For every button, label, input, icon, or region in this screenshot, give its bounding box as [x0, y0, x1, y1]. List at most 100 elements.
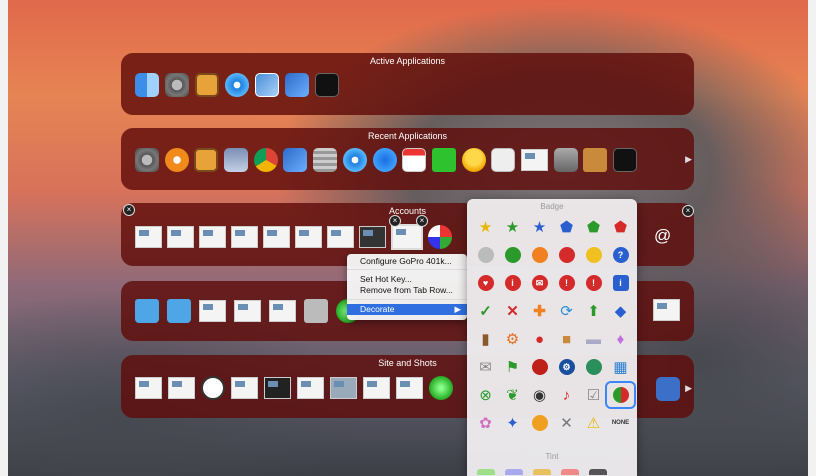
- pie-badge-icon-selected[interactable]: [605, 381, 636, 409]
- warning-icon[interactable]: ⚠: [580, 411, 607, 435]
- terminal-icon[interactable]: [315, 73, 339, 97]
- row-scroll-arrow[interactable]: ▶: [685, 154, 692, 165]
- exclamation-icon[interactable]: !: [580, 271, 607, 295]
- close-item-button[interactable]: ×: [416, 215, 428, 227]
- info-icon[interactable]: i: [607, 271, 634, 295]
- gem-icon[interactable]: ♦: [607, 327, 634, 351]
- window-thumbnail[interactable]: [295, 226, 322, 248]
- checkmark-icon[interactable]: ✓: [472, 299, 499, 323]
- tint-blue-swatch[interactable]: [505, 469, 523, 475]
- window-thumbnail[interactable]: [264, 377, 291, 399]
- archive-utility-icon[interactable]: [553, 148, 578, 172]
- window-thumbnail[interactable]: [520, 149, 548, 171]
- gold-star-icon[interactable]: ★: [472, 215, 499, 239]
- window-thumbnail[interactable]: [327, 226, 354, 248]
- up-arrow-icon[interactable]: ⬆: [580, 299, 607, 323]
- podcast-icon[interactable]: [164, 148, 189, 172]
- close-item-button[interactable]: ×: [389, 215, 401, 227]
- printer-icon[interactable]: [304, 299, 328, 323]
- xbox-icon[interactable]: ⊗: [472, 383, 499, 407]
- pie-chart-thumbnail[interactable]: [428, 225, 452, 249]
- calendar-icon[interactable]: [402, 148, 427, 172]
- window-thumbnail[interactable]: [167, 226, 194, 248]
- window-thumbnail[interactable]: [653, 299, 680, 321]
- document-icon[interactable]: [491, 148, 516, 172]
- duck-icon[interactable]: [461, 148, 486, 172]
- tag-icon[interactable]: ◆: [607, 299, 634, 323]
- green-shield-icon[interactable]: ⬟: [580, 215, 607, 239]
- tools-icon[interactable]: ✕: [553, 411, 580, 435]
- finder-icon[interactable]: [135, 73, 159, 97]
- image-capture-icon[interactable]: [224, 148, 249, 172]
- music-note-icon[interactable]: ♪: [553, 383, 580, 407]
- window-thumbnail[interactable]: [135, 226, 162, 248]
- blue-shield-icon[interactable]: ⬟: [553, 215, 580, 239]
- lego-icon[interactable]: ▬: [580, 327, 607, 351]
- xcode-icon[interactable]: [283, 148, 308, 172]
- earth-icon[interactable]: [580, 355, 607, 379]
- window-thumbnail[interactable]: [297, 377, 324, 399]
- x-mark-icon[interactable]: ✕: [499, 299, 526, 323]
- window-thumbnail[interactable]: [168, 377, 195, 399]
- window-thumbnail[interactable]: [135, 377, 162, 399]
- tint-red-swatch[interactable]: [561, 469, 579, 475]
- window-thumbnail[interactable]: [396, 377, 423, 399]
- safari-icon[interactable]: [225, 73, 249, 97]
- briefcase-icon[interactable]: ■: [553, 327, 580, 351]
- sync-icon[interactable]: ⟳: [553, 299, 580, 323]
- app-icon[interactable]: [656, 377, 680, 401]
- green-star-icon[interactable]: ★: [499, 215, 526, 239]
- green-ball-icon[interactable]: [499, 243, 526, 267]
- yellow-ball-icon[interactable]: [580, 243, 607, 267]
- alert-icon[interactable]: !: [553, 271, 580, 295]
- menu-item-remove-from-tab-row[interactable]: Remove from Tab Row...: [347, 285, 467, 296]
- at-sign-icon[interactable]: @: [654, 226, 671, 246]
- system-preferences-icon[interactable]: [135, 148, 159, 172]
- row-scroll-arrow[interactable]: ▶: [685, 383, 692, 394]
- flag-icon[interactable]: ⚑: [499, 355, 526, 379]
- chart-icon[interactable]: ▦: [607, 355, 634, 379]
- window-thumbnail[interactable]: [199, 226, 226, 248]
- tint-green-swatch[interactable]: [477, 469, 495, 475]
- mail-icon[interactable]: ✉: [526, 271, 553, 295]
- menu-item-decorate[interactable]: Decorate ▶: [347, 304, 467, 315]
- globe-icon[interactable]: ⚙: [553, 355, 580, 379]
- envelope-icon[interactable]: ✉: [472, 355, 499, 379]
- folder-icon[interactable]: [167, 299, 191, 323]
- address-book-icon[interactable]: ▮: [472, 327, 499, 351]
- sun-icon[interactable]: [526, 411, 553, 435]
- window-thumbnail[interactable]: [330, 377, 357, 399]
- puzzle-icon[interactable]: ✦: [499, 411, 526, 435]
- brain-icon[interactable]: ✿: [472, 411, 499, 435]
- close-row-button-right[interactable]: ×: [682, 205, 694, 217]
- window-thumbnail[interactable]: [363, 377, 390, 399]
- orange-ball-icon[interactable]: [526, 243, 553, 267]
- red-shield-icon[interactable]: ⬟: [607, 215, 634, 239]
- red-orb-icon[interactable]: [526, 355, 553, 379]
- plus-icon[interactable]: ✚: [526, 299, 553, 323]
- app-store-icon[interactable]: [372, 148, 397, 172]
- window-thumbnail[interactable]: [359, 226, 386, 248]
- window-thumbnail[interactable]: [199, 300, 226, 322]
- leaf-icon[interactable]: ❦: [499, 383, 526, 407]
- window-thumbnail[interactable]: [269, 300, 296, 322]
- chrome-icon[interactable]: [253, 148, 278, 172]
- heart-icon[interactable]: ♥: [472, 271, 499, 295]
- info-red-icon[interactable]: i: [499, 271, 526, 295]
- window-thumbnail[interactable]: [231, 226, 258, 248]
- window-thumbnail[interactable]: [263, 226, 290, 248]
- window-thumbnail[interactable]: [234, 300, 261, 322]
- safari-icon[interactable]: [342, 148, 367, 172]
- help-icon[interactable]: ?: [607, 243, 634, 267]
- green-app-icon[interactable]: [431, 148, 456, 172]
- preview-icon[interactable]: [195, 73, 219, 97]
- tint-dark-swatch[interactable]: [589, 469, 607, 475]
- no-badge-option[interactable]: NONE: [607, 411, 634, 435]
- check-box-icon[interactable]: ☑: [580, 383, 607, 407]
- xcode-icon[interactable]: [285, 73, 309, 97]
- photo-icon[interactable]: [255, 73, 279, 97]
- preview-icon[interactable]: [194, 148, 219, 172]
- window-thumbnail[interactable]: [231, 377, 258, 399]
- package-icon[interactable]: [583, 148, 608, 172]
- gear-icon[interactable]: ⚙: [499, 327, 526, 351]
